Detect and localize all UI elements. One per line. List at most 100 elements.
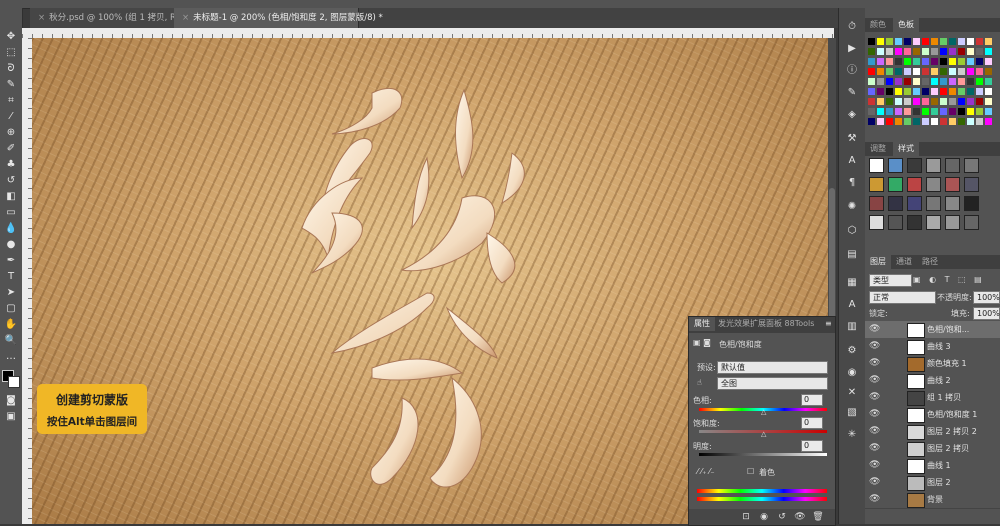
color-swatch[interactable] xyxy=(877,58,884,65)
color-swatch[interactable] xyxy=(868,58,875,65)
info-icon[interactable]: ⓘ xyxy=(844,64,860,78)
color-swatch[interactable] xyxy=(940,88,947,95)
color-swatch[interactable] xyxy=(886,88,893,95)
visibility-eye-icon[interactable]: 👁 xyxy=(869,341,880,351)
color-swatch[interactable] xyxy=(976,118,983,125)
paragraph-icon[interactable]: ¶ xyxy=(844,176,860,190)
color-swatch[interactable] xyxy=(886,58,893,65)
tab-glow-extension[interactable]: 发光效果扩展面板 88Tools xyxy=(713,317,819,331)
style-preset[interactable] xyxy=(964,215,979,230)
layer-row[interactable]: 👁 图层 2 拷贝 xyxy=(865,440,1000,458)
color-swatch[interactable] xyxy=(922,48,929,55)
color-swatch[interactable] xyxy=(976,88,983,95)
color-swatch[interactable] xyxy=(949,38,956,45)
visibility-icon[interactable]: 👁 xyxy=(793,511,807,523)
color-swatch[interactable] xyxy=(967,38,974,45)
color-swatch[interactable] xyxy=(868,78,875,85)
color-swatch[interactable] xyxy=(913,88,920,95)
quick-select-tool-icon[interactable]: ✎ xyxy=(3,78,19,92)
style-preset[interactable] xyxy=(888,177,903,192)
color-swatch[interactable] xyxy=(895,98,902,105)
color-swatch[interactable] xyxy=(877,88,884,95)
shape-tool-icon[interactable]: ▢ xyxy=(3,302,19,316)
color-swatch[interactable] xyxy=(922,88,929,95)
color-swatch[interactable] xyxy=(949,68,956,75)
color-swatch[interactable] xyxy=(913,108,920,115)
character-icon[interactable]: A xyxy=(844,154,860,168)
timeline-icon[interactable]: ▤ xyxy=(844,248,860,262)
close-icon[interactable]: × xyxy=(182,13,189,23)
style-preset[interactable] xyxy=(869,158,884,173)
color-swatch[interactable] xyxy=(931,88,938,95)
clone-source-icon[interactable]: ◈ xyxy=(844,108,860,122)
hand-tool-icon[interactable]: ✋ xyxy=(3,318,19,332)
color-swatch[interactable] xyxy=(967,118,974,125)
blend-mode-select[interactable]: 正常 xyxy=(869,291,936,304)
color-swatch[interactable] xyxy=(904,58,911,65)
layer-filter-icons[interactable]: ▣ ◐ T ⬚ ▤ xyxy=(913,275,985,284)
eyedropper-tool-icon[interactable]: ⁄ xyxy=(3,110,19,124)
visibility-eye-icon[interactable]: 👁 xyxy=(869,375,880,385)
layer-row[interactable]: 👁 组 1 拷贝 xyxy=(865,389,1000,407)
color-swatch[interactable] xyxy=(913,98,920,105)
color-swatch[interactable] xyxy=(913,68,920,75)
color-swatch[interactable] xyxy=(976,38,983,45)
move-tool-icon[interactable]: ✥ xyxy=(3,30,19,44)
sparkle-icon[interactable]: ✳ xyxy=(844,428,860,442)
type-tool-icon[interactable]: T xyxy=(3,270,19,284)
tab-swatches[interactable]: 色板 xyxy=(893,18,919,32)
color-swatch[interactable] xyxy=(949,78,956,85)
tab-document-1[interactable]: × 秋分.psd @ 100% (组 1 拷贝, RGB/8) * xyxy=(30,8,207,28)
color-swatch[interactable] xyxy=(976,98,983,105)
color-swatch[interactable] xyxy=(895,78,902,85)
history-brush-tool-icon[interactable]: ↺ xyxy=(3,174,19,188)
tab-layers[interactable]: 图层 xyxy=(865,255,891,269)
color-swatch[interactable] xyxy=(985,68,992,75)
style-preset[interactable] xyxy=(907,215,922,230)
color-swatch[interactable] xyxy=(940,118,947,125)
color-swatch[interactable] xyxy=(904,108,911,115)
color-swatch[interactable] xyxy=(913,58,920,65)
style-preset[interactable] xyxy=(869,177,884,192)
style-grid[interactable] xyxy=(869,158,981,246)
panel-menu-icon[interactable]: ≡ xyxy=(825,319,832,328)
color-swatch[interactable] xyxy=(958,38,965,45)
color-swatch[interactable] xyxy=(868,108,875,115)
screen-mode-icon[interactable]: ▣ xyxy=(3,410,19,424)
marquee-tool-icon[interactable]: ⬚ xyxy=(3,46,19,60)
color-swatch[interactable] xyxy=(958,108,965,115)
color-swatch[interactable] xyxy=(940,48,947,55)
color-swatch[interactable] xyxy=(877,38,884,45)
style-preset[interactable] xyxy=(907,196,922,211)
hue-input[interactable]: 0 xyxy=(801,394,823,406)
lightness-slider[interactable] xyxy=(699,453,827,456)
close-icon[interactable]: × xyxy=(38,13,45,23)
pen-tool-icon[interactable]: ✒ xyxy=(3,254,19,268)
libraries-icon[interactable]: ▦ xyxy=(844,276,860,290)
more-tools-icon[interactable]: … xyxy=(3,350,19,364)
color-swatch[interactable] xyxy=(940,108,947,115)
color-swatch[interactable] xyxy=(985,38,992,45)
style-preset[interactable] xyxy=(926,177,941,192)
layer-row[interactable]: 👁 颜色填充 1 xyxy=(865,355,1000,373)
color-swatch[interactable] xyxy=(931,58,938,65)
color-swatch[interactable] xyxy=(895,108,902,115)
color-swatch[interactable] xyxy=(985,88,992,95)
style-preset[interactable] xyxy=(907,177,922,192)
blur-tool-icon[interactable]: 💧 xyxy=(3,222,19,236)
color-swatch[interactable] xyxy=(904,48,911,55)
layer-row[interactable]: 👁 曲线 2 xyxy=(865,372,1000,390)
reset-icon[interactable]: ↺ xyxy=(775,511,789,523)
color-swatch[interactable] xyxy=(895,58,902,65)
color-swatch[interactable] xyxy=(985,98,992,105)
visibility-eye-icon[interactable]: 👁 xyxy=(869,460,880,470)
style-preset[interactable] xyxy=(964,196,979,211)
color-swatch[interactable] xyxy=(886,118,893,125)
color-swatch[interactable] xyxy=(940,98,947,105)
color-swatch[interactable] xyxy=(949,98,956,105)
color-swatch[interactable] xyxy=(922,98,929,105)
history-icon[interactable]: ⏱ xyxy=(844,20,860,34)
color-swatch[interactable] xyxy=(877,78,884,85)
color-swatch[interactable] xyxy=(940,38,947,45)
color-swatch[interactable] xyxy=(913,118,920,125)
